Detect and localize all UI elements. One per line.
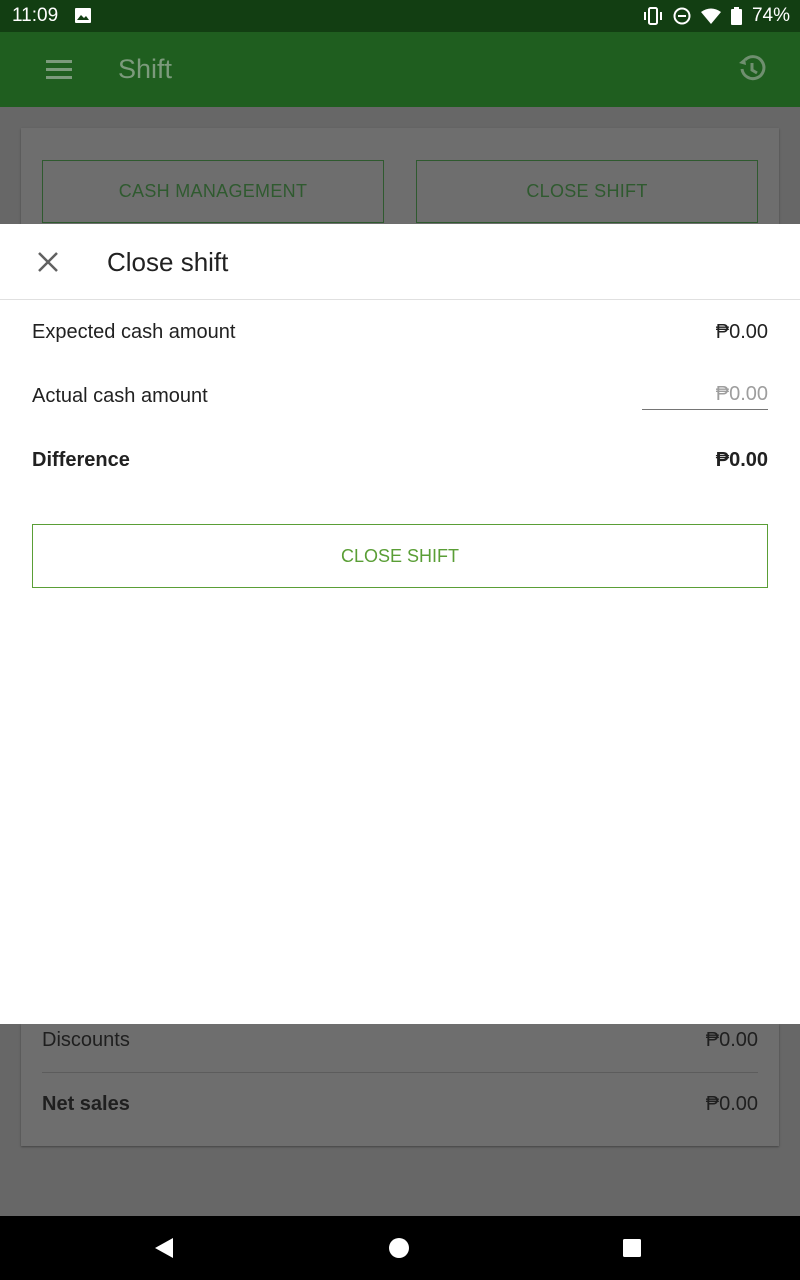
expected-cash-label: Expected cash amount xyxy=(32,321,236,343)
recents-icon[interactable] xyxy=(623,1239,641,1257)
difference-value: ₱0.00 xyxy=(715,449,768,471)
do-not-disturb-icon xyxy=(673,7,691,25)
status-icons: 74% xyxy=(643,5,790,27)
back-icon[interactable] xyxy=(154,1237,174,1259)
page-title: Shift xyxy=(118,54,173,84)
close-shift-dialog: Close shift Expected cash amount ₱0.00 A… xyxy=(0,224,800,1024)
actual-cash-label: Actual cash amount xyxy=(32,385,208,407)
expected-cash-value: ₱0.00 xyxy=(715,321,768,343)
vibrate-icon xyxy=(643,7,662,25)
status-bar: 11:09 74% xyxy=(0,0,800,32)
wifi-icon xyxy=(700,8,721,24)
image-icon xyxy=(75,8,91,23)
discounts-value: ₱0.00 xyxy=(705,1029,758,1051)
divider xyxy=(42,1072,758,1073)
discounts-label: Discounts xyxy=(42,1029,130,1051)
discounts-row: Discounts ₱0.00 xyxy=(42,1029,758,1052)
dialog-header: Close shift xyxy=(0,224,800,300)
net-sales-row: Net sales ₱0.00 xyxy=(42,1093,758,1116)
navigation-bar xyxy=(0,1216,800,1280)
battery-percentage: 74% xyxy=(751,5,790,26)
net-sales-value: ₱0.00 xyxy=(705,1093,758,1115)
app-bar: Shift xyxy=(0,32,800,107)
close-shift-button[interactable]: CLOSE SHIFT xyxy=(32,524,768,588)
cash-management-button[interactable]: CASH MANAGEMENT xyxy=(42,160,384,223)
home-icon[interactable] xyxy=(389,1238,409,1258)
net-sales-label: Net sales xyxy=(42,1093,130,1115)
close-shift-background-button[interactable]: CLOSE SHIFT xyxy=(416,160,758,223)
actual-cash-input[interactable] xyxy=(642,380,768,410)
battery-icon xyxy=(730,7,742,25)
menu-icon[interactable] xyxy=(46,58,72,80)
history-icon[interactable] xyxy=(737,54,767,84)
difference-label: Difference xyxy=(32,449,130,471)
status-time: 11:09 xyxy=(12,5,59,26)
dialog-title: Close shift xyxy=(107,247,229,277)
close-icon[interactable] xyxy=(36,250,60,274)
